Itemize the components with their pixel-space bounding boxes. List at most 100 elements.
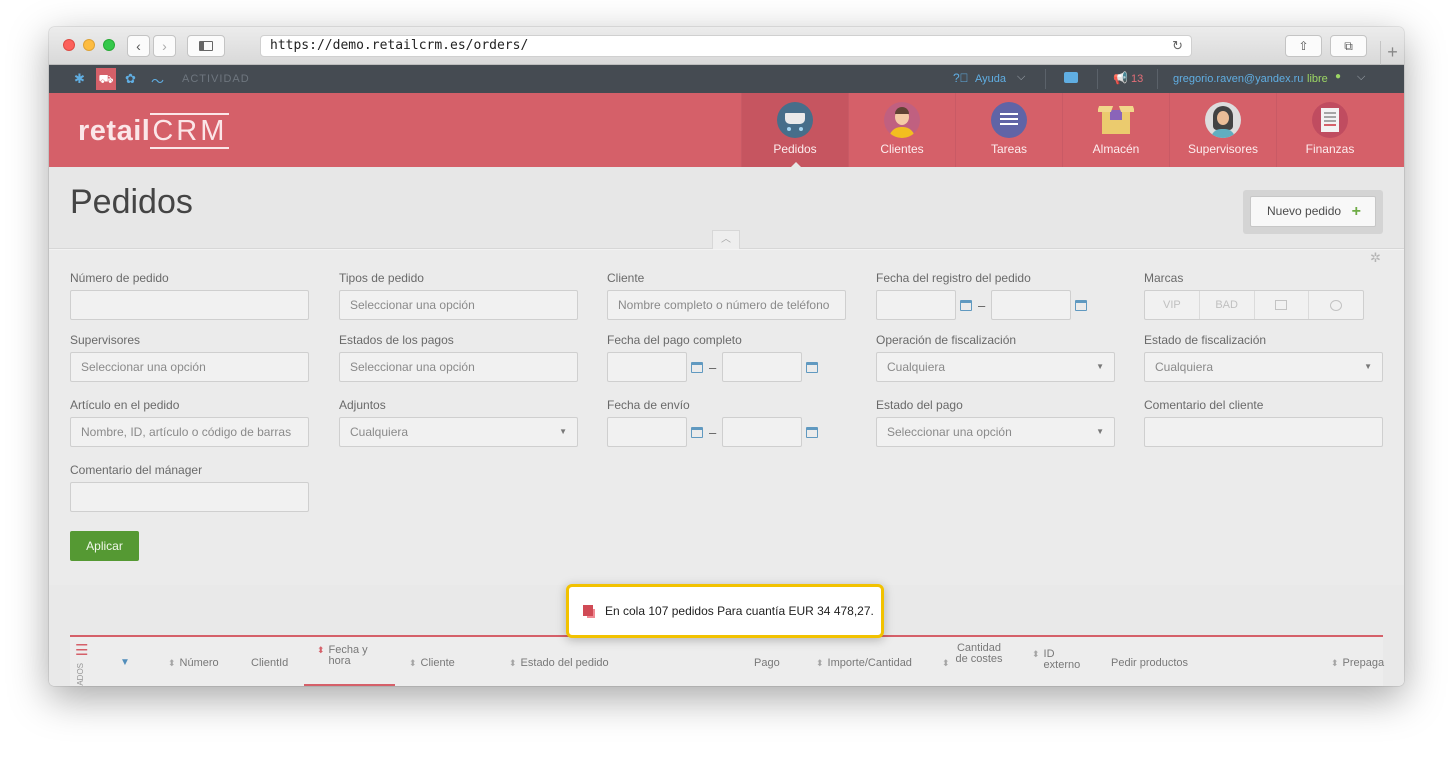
filter-order-types: Tipos de pedido Seleccionar una opción [339, 271, 578, 320]
analytics-icon[interactable]: 〜 [151, 71, 164, 90]
column-order-products[interactable]: Pedir productos [1111, 657, 1188, 669]
attachments-select[interactable]: Cualquiera ▼ [339, 417, 578, 447]
browser-titlebar: ‹ › https://demo.retailcrm.es/orders/ ↻ … [49, 27, 1404, 65]
orders-cart-icon[interactable]: ⛟ [96, 68, 116, 90]
cart-icon [777, 102, 813, 138]
client-comment-input[interactable] [1144, 417, 1383, 447]
nav-item-supervisores[interactable]: Supervisores [1169, 93, 1276, 167]
minimize-window-button[interactable] [83, 39, 95, 51]
fiscal-operation-select[interactable]: Cualquiera ▼ [876, 352, 1115, 382]
column-costs-sort[interactable]: ⬍ [942, 657, 954, 669]
user-email[interactable]: gregorio.raven@yandex.ru [1173, 73, 1303, 85]
help-link[interactable]: Ayuda [975, 73, 1006, 85]
sort-icon: ⬍ [1331, 658, 1339, 668]
nav-item-almacen[interactable]: Almacén [1062, 93, 1169, 167]
filter-client-comment: Comentario del cliente [1144, 398, 1383, 447]
order-number-input[interactable] [70, 290, 309, 320]
share-icon: ⇧ [1298, 39, 1309, 53]
brand-vip-toggle[interactable]: VIP [1145, 291, 1200, 319]
select-dropdown-icon[interactable]: ▼ [120, 657, 130, 668]
chevron-down-icon[interactable]: ⌵ [1017, 71, 1025, 84]
brand-bad-toggle[interactable]: BAD [1200, 291, 1255, 319]
filter-brands: Marcas VIP BAD [1144, 271, 1364, 320]
column-external-id[interactable]: ⬍ ID externo [1032, 649, 1082, 671]
nav-item-tareas[interactable]: Tareas [955, 93, 1062, 167]
order-types-select[interactable]: Seleccionar una opción [339, 290, 578, 320]
megaphone-icon[interactable]: 📢 [1113, 71, 1128, 85]
shipping-date-to-input[interactable] [722, 417, 803, 447]
plus-icon: + [1351, 203, 1361, 220]
shipping-date-from-input[interactable] [607, 417, 687, 447]
notifications-count[interactable]: 13 [1131, 73, 1143, 85]
retailcrm-logo[interactable]: retailCRM [78, 113, 230, 149]
calendar-icon[interactable] [691, 426, 703, 438]
calendar-icon[interactable] [806, 361, 819, 373]
reload-icon[interactable]: ↻ [1172, 37, 1183, 57]
nav-item-finanzas[interactable]: Finanzas [1276, 93, 1383, 167]
integrations-icon[interactable]: ✿ [125, 71, 136, 87]
reg-date-from-input[interactable] [876, 290, 956, 320]
payment-states-select[interactable]: Seleccionar una opción [339, 352, 578, 382]
calendar-icon[interactable] [806, 426, 819, 438]
back-button[interactable]: ‹ [127, 35, 150, 57]
nav-item-clientes[interactable]: Clientes [848, 93, 955, 167]
side-tab-label[interactable]: ADOS [76, 663, 85, 686]
new-tab-button[interactable]: + [1380, 41, 1404, 65]
column-costs[interactable]: Cantidad de costes [954, 643, 1004, 665]
calendar-icon[interactable] [691, 361, 703, 373]
page-header: Pedidos Nuevo pedido + ︿ [49, 167, 1404, 249]
address-bar[interactable]: https://demo.retailcrm.es/orders/ ↻ [260, 35, 1192, 57]
chevron-down-icon[interactable]: ⌵ [1357, 71, 1365, 84]
zoom-window-button[interactable] [103, 39, 115, 51]
chat-icon[interactable] [1064, 72, 1078, 83]
new-order-button[interactable]: Nuevo pedido + [1250, 196, 1376, 227]
order-item-input[interactable]: Nombre, ID, artículo o código de barras [70, 417, 309, 447]
column-date-time[interactable]: ⬍ Fecha y hora [317, 645, 377, 667]
sort-icon: ⬍ [509, 658, 517, 668]
divider [1045, 69, 1046, 89]
sort-icon: ⬍ [168, 658, 176, 668]
full-payment-date-to-input[interactable] [722, 352, 803, 382]
calendar-icon[interactable] [1075, 299, 1088, 311]
orders-table-header: ☰ ADOS ▼ ⬍ Número ClientId ⬍ Fecha y hora … [70, 635, 1384, 686]
column-amount[interactable]: ⬍ Importe/Cantidad [816, 657, 912, 669]
calendar-icon[interactable] [960, 299, 972, 311]
crm-header: retailCRM Pedidos Clientes Tareas Almacé… [49, 93, 1404, 168]
dropdown-arrow-icon: ▼ [1364, 362, 1372, 371]
box-icon [1275, 300, 1288, 310]
close-window-button[interactable] [63, 39, 75, 51]
filter-attachments: Adjuntos Cualquiera ▼ [339, 398, 578, 447]
menu-icon[interactable]: ☰ [75, 641, 88, 659]
brand-alarm-toggle[interactable] [1309, 291, 1363, 319]
brand-box-toggle[interactable] [1255, 291, 1310, 319]
user-status[interactable]: libre [1307, 73, 1328, 85]
forward-button[interactable]: › [153, 35, 176, 57]
column-client-id[interactable]: ClientId [251, 657, 288, 669]
sort-icon: ⬍ [1032, 649, 1040, 659]
settings-icon[interactable]: ✱ [74, 71, 85, 87]
share-button[interactable]: ⇧ [1285, 35, 1322, 57]
gear-icon[interactable]: ✲ [1370, 250, 1381, 266]
client-input[interactable]: Nombre completo o número de teléfono [607, 290, 846, 320]
reg-date-to-input[interactable] [991, 290, 1072, 320]
column-payment[interactable]: Pago [754, 657, 780, 669]
collapse-filters-toggle[interactable]: ︿ [712, 230, 740, 249]
apply-filters-button[interactable]: Aplicar [70, 531, 139, 561]
filter-payment-states: Estados de los pagos Seleccionar una opc… [339, 333, 578, 382]
sidebar-icon [199, 41, 213, 51]
column-number[interactable]: ⬍ Número [168, 657, 219, 669]
payment-state-select[interactable]: Seleccionar una opción ▼ [876, 417, 1115, 447]
sidebar-toggle-button[interactable] [187, 35, 225, 57]
nav-item-pedidos[interactable]: Pedidos [741, 93, 848, 168]
supervisors-select[interactable]: Seleccionar una opción [70, 352, 309, 382]
tabs-icon: ⧉ [1344, 38, 1353, 53]
full-payment-date-from-input[interactable] [607, 352, 687, 382]
column-prepay[interactable]: ⬍ Prepaga [1331, 657, 1384, 669]
column-order-status[interactable]: ⬍ Estado del pedido [509, 657, 609, 669]
column-client[interactable]: ⬍ Cliente [409, 657, 455, 669]
activity-label[interactable]: ACTIVIDAD [182, 73, 250, 85]
manager-comment-input[interactable] [70, 482, 309, 512]
fiscal-state-select[interactable]: Cualquiera ▼ [1144, 352, 1383, 382]
help-icon[interactable]: ?⃝ [953, 71, 969, 85]
tabs-overview-button[interactable]: ⧉ [1330, 35, 1367, 57]
